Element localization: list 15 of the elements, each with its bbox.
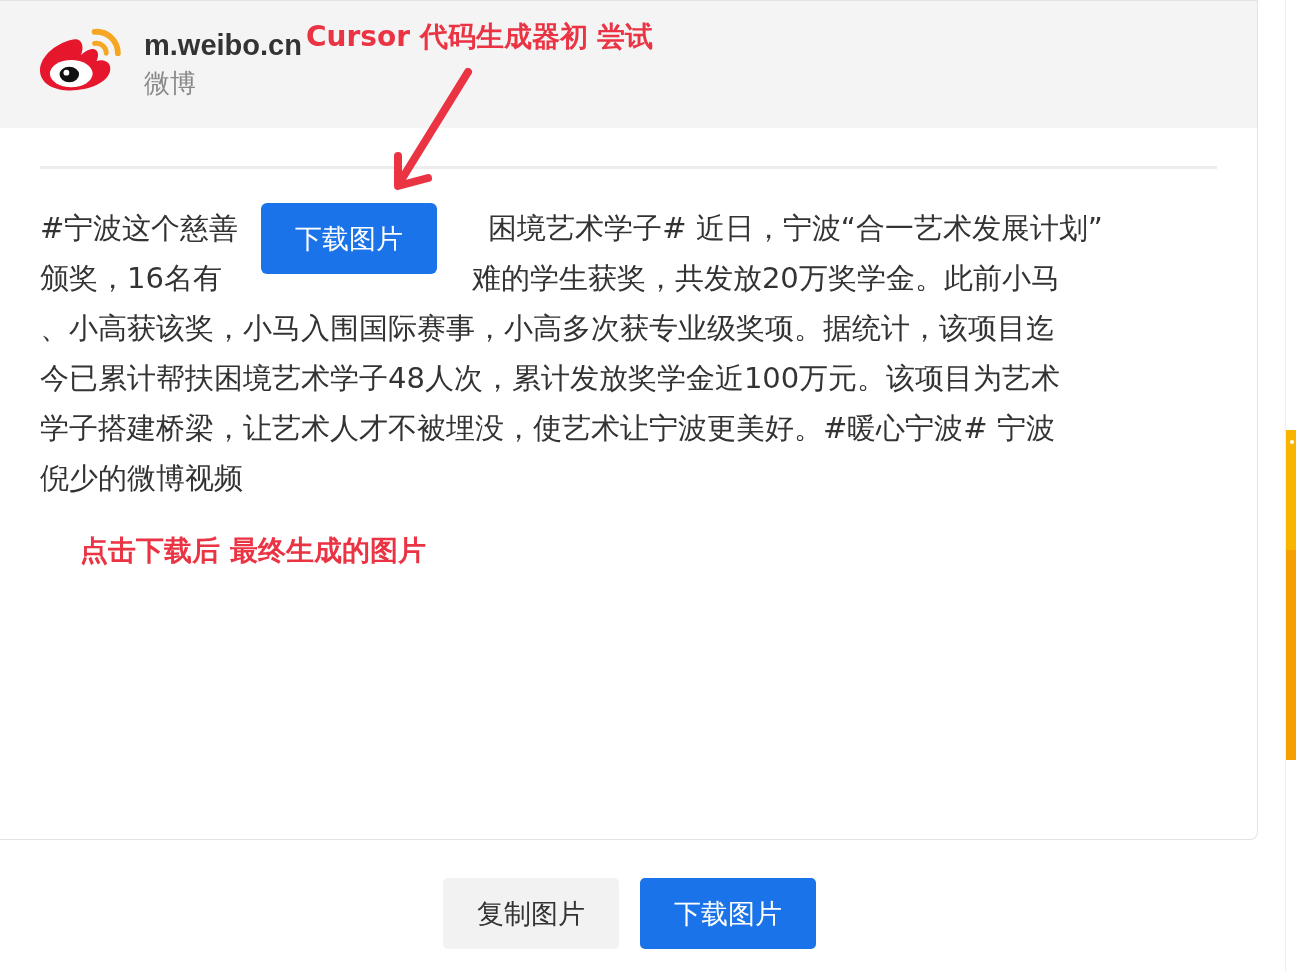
download-button[interactable]: 下载图片 [639,878,816,949]
post-text: 倪少的微博视频 [40,460,243,497]
post-text: 学子搭建桥梁，让艺术人才不被埋没，使艺术让宁波更美好。#暖心宁波# 宁波 [40,410,1055,447]
post-text: 困境艺术学子# 近日，宁波“合一艺术发展计划” [488,210,1103,247]
annotation-text: 点击下载后 最终生成的图片 [80,533,426,569]
site-domain: m.weibo.cn [144,28,302,62]
copy-button[interactable]: 复制图片 [442,878,619,949]
annotation-text: Cursor 代码生成器初 尝试 [306,19,654,55]
download-button[interactable]: 下载图片 [261,203,437,274]
post-text: 难的学生获奖，共发放20万奖学金。此前小马 [471,260,1060,297]
site-name: 微博 [144,66,197,100]
post-text: #宁波这个慈善 [40,210,239,247]
post-text: 颁奖，16名有 [40,260,222,297]
post-text: 今已累计帮扶困境艺术学子48人次，累计发放奖学金近100万元。该项目为艺术 [40,360,1061,397]
post-text: 、小高获该奖，小马入围国际赛事，小高多次获专业级奖项。据统计，该项目迄 [40,310,1055,347]
